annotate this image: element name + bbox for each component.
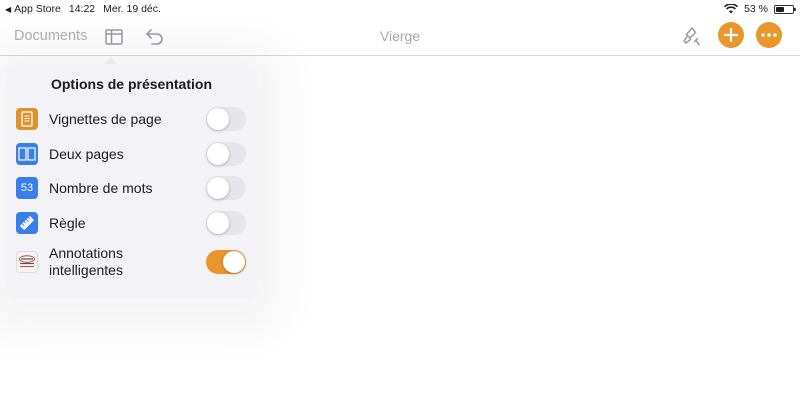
toggle-knob: [207, 143, 229, 165]
option-row-two-pages: Deux pages: [6, 137, 257, 171]
smart-annotations-icon: [16, 251, 38, 273]
option-label: Règle: [49, 215, 86, 231]
format-brush-icon[interactable]: [680, 25, 704, 49]
status-time: 14:22: [68, 3, 96, 15]
ruler-toggle[interactable]: [206, 211, 246, 235]
battery-icon: [774, 4, 796, 14]
back-triangle-icon[interactable]: ◀: [5, 5, 11, 14]
word-count-icon: 53: [16, 177, 38, 199]
smart-annotations-toggle[interactable]: [206, 250, 246, 274]
option-row-word-count: 53 Nombre de mots: [6, 171, 257, 205]
toggle-knob: [207, 212, 229, 234]
page-thumbnails-icon: [16, 108, 38, 130]
page-thumbnails-toggle[interactable]: [206, 107, 246, 131]
status-date: Mer. 19 déc.: [103, 3, 161, 15]
toggle-knob: [207, 108, 229, 130]
document-toolbar: Documents Vierge: [0, 18, 800, 56]
toggle-knob: [223, 251, 245, 273]
ellipsis-icon: [761, 33, 777, 37]
word-count-toggle[interactable]: [206, 176, 246, 200]
option-label: Vignettes de page: [49, 111, 162, 127]
option-row-smart-annotations: Annotations intelligentes: [6, 242, 257, 282]
option-row-ruler: Règle: [6, 206, 257, 240]
option-label: Nombre de mots: [49, 180, 153, 196]
ruler-icon: [16, 212, 38, 234]
option-label: Deux pages: [49, 146, 124, 162]
option-row-page-thumbnails: Vignettes de page: [6, 102, 257, 136]
back-to-app-store-link[interactable]: App Store: [14, 3, 61, 15]
option-label: Annotations intelligentes: [49, 245, 123, 278]
popover-title: Options de présentation: [50, 76, 212, 92]
battery-percentage: 53 %: [744, 3, 768, 15]
view-options-popover: Options de présentation Vignettes de pag…: [6, 64, 257, 298]
wifi-icon: [724, 4, 739, 14]
battery-level-fill: [776, 6, 785, 12]
status-bar: ◀ App Store 14:22 Mer. 19 déc. 53 %: [0, 0, 800, 18]
toggle-knob: [207, 177, 229, 199]
plus-icon: [724, 28, 738, 42]
two-pages-icon: [16, 143, 38, 165]
two-pages-toggle[interactable]: [206, 142, 246, 166]
insert-button[interactable]: [718, 22, 744, 48]
more-button[interactable]: [756, 22, 782, 48]
